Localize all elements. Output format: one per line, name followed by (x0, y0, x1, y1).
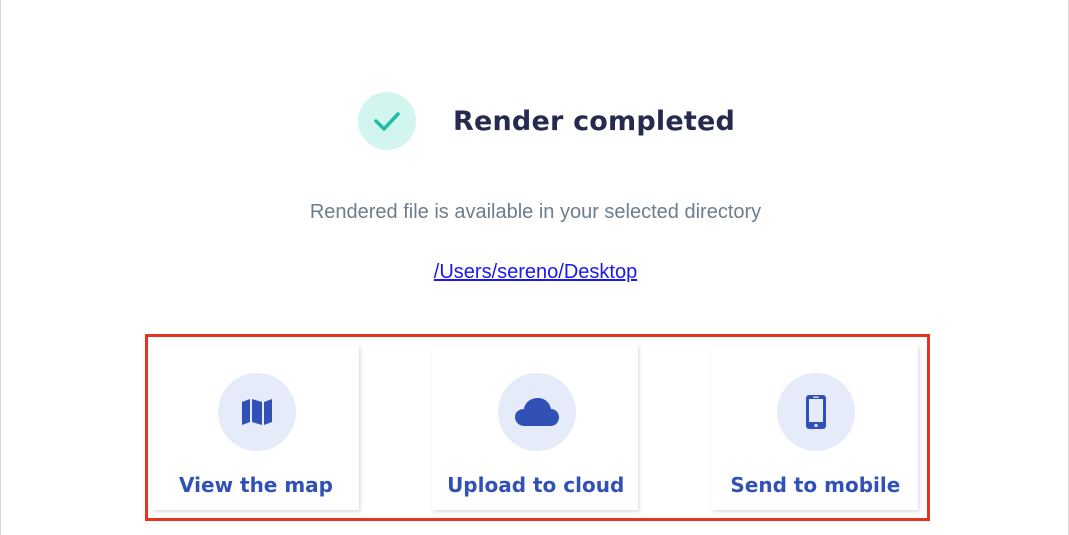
send-mobile-label: Send to mobile (730, 473, 901, 497)
directory-link-row: /Users/sereno/Desktop (1, 261, 1069, 284)
actions-highlight: View the map Upload to cloud Send to mob… (145, 334, 930, 521)
status-header: Render completed (358, 92, 735, 150)
action-cards: View the map Upload to cloud Send to mob… (152, 345, 919, 510)
success-badge (358, 92, 416, 150)
render-complete-panel: Render completed Rendered file is availa… (0, 0, 1069, 535)
status-message: Rendered file is available in your selec… (309, 201, 762, 223)
map-icon (242, 399, 272, 425)
send-mobile-button[interactable]: Send to mobile (711, 345, 919, 510)
check-icon (374, 112, 400, 131)
view-map-button[interactable]: View the map (152, 345, 359, 510)
mobile-phone-icon (806, 395, 827, 429)
view-map-icon-circle (218, 373, 296, 451)
cloud-icon (514, 398, 559, 426)
directory-link[interactable]: /Users/sereno/Desktop (434, 261, 637, 283)
page-title: Render completed (453, 105, 736, 137)
upload-cloud-icon-circle (497, 373, 576, 451)
upload-cloud-button[interactable]: Upload to cloud (431, 345, 639, 510)
upload-cloud-label: Upload to cloud (447, 473, 625, 497)
send-mobile-icon-circle (777, 373, 856, 451)
view-map-label: View the map (179, 473, 333, 497)
